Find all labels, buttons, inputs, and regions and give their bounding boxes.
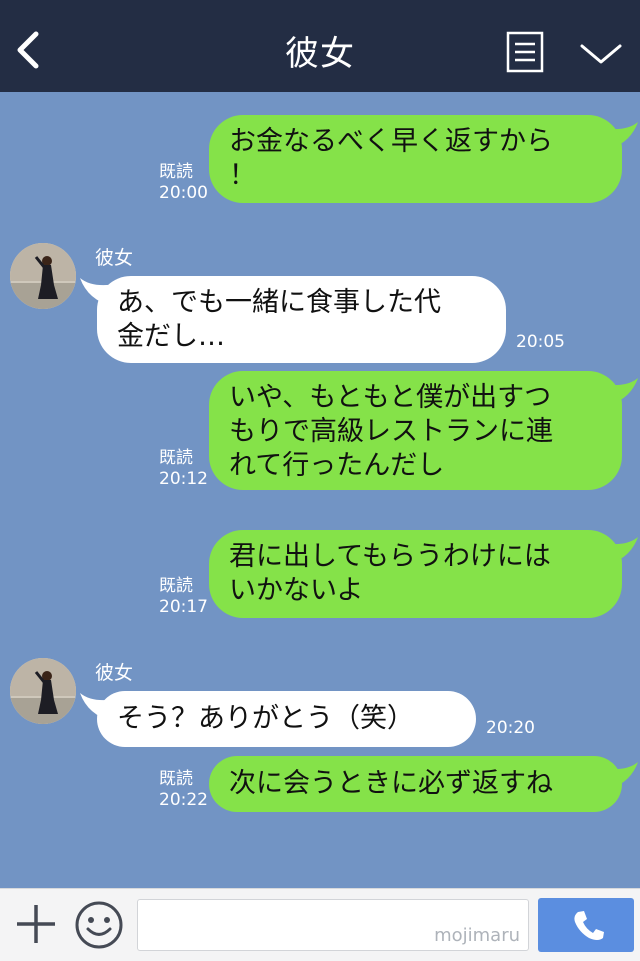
message-meta: 既読 20:12: [159, 448, 208, 490]
incoming-message-bubble[interactable]: あ、でも一緒に食事した代 金だし…: [97, 276, 506, 363]
message-text-line: そう？ありがとう（笑）: [117, 703, 414, 734]
message-time: 20:20: [486, 718, 535, 738]
message-text-line: いや、もともと僕が出すつ: [229, 382, 552, 413]
sender-name: 彼女: [95, 662, 134, 684]
outgoing-message-bubble[interactable]: お金なるべく早く返すから ！: [209, 115, 622, 203]
message-time: 20:17: [159, 597, 208, 617]
outgoing-message-bubble[interactable]: いや、もともと僕が出すつ もりで高級レストランに連 れて行ったんだし: [209, 371, 622, 490]
avatar[interactable]: [10, 658, 76, 724]
message-meta: 既読 20:22: [159, 769, 208, 811]
watermark: mojimaru: [434, 925, 520, 946]
smiley-icon: [75, 901, 123, 949]
message-time: 20:05: [516, 332, 565, 352]
chat-title: 彼女: [285, 34, 355, 74]
sender-name: 彼女: [95, 247, 134, 269]
chat-header: 彼女: [0, 0, 640, 92]
avatar-photo: [10, 243, 76, 309]
read-receipt: 既読: [159, 448, 193, 468]
list-icon: [506, 31, 544, 73]
incoming-message-bubble[interactable]: そう？ありがとう（笑）: [97, 691, 476, 747]
plus-icon: [17, 905, 55, 943]
message-time: 20:22: [159, 790, 208, 810]
message-text-line: ！: [229, 160, 256, 191]
chevron-down-icon: [580, 44, 622, 64]
message-text-line: お金なるべく早く返すから: [229, 126, 553, 157]
read-receipt: 既読: [159, 162, 193, 182]
message-text-line: 次に会うときに必ず返すね: [229, 768, 553, 799]
message-meta: 既読 20:17: [159, 576, 208, 618]
message-text-line: いかないよ: [229, 575, 364, 606]
outgoing-message-bubble[interactable]: 次に会うときに必ず返すね: [209, 756, 622, 812]
message-text-line: 金だし…: [117, 321, 225, 352]
message-text-line: もりで高級レストランに連: [229, 416, 553, 447]
avatar-photo: [10, 658, 76, 724]
message-input[interactable]: mojimaru: [137, 899, 529, 951]
message-text-line: れて行ったんだし: [229, 450, 445, 481]
menu-button[interactable]: [506, 31, 544, 73]
phone-icon: [574, 911, 604, 940]
avatar[interactable]: [10, 243, 76, 309]
add-attachment-button[interactable]: [14, 902, 58, 946]
message-meta: 既読 20:00: [159, 162, 208, 204]
collapse-button[interactable]: [578, 38, 624, 68]
emoji-button[interactable]: [74, 900, 124, 950]
message-text-line: あ、でも一緒に食事した代: [117, 287, 441, 318]
message-list[interactable]: 既読 20:00 お金なるべく早く返すから ！ 彼女 あ、でも一緒に食事した代 …: [0, 92, 640, 888]
input-bar: mojimaru: [0, 888, 640, 961]
message-text-line: 君に出してもらうわけには: [229, 541, 551, 572]
message-time: 20:00: [159, 183, 208, 203]
call-button[interactable]: [538, 898, 634, 952]
read-receipt: 既読: [159, 576, 193, 596]
outgoing-message-bubble[interactable]: 君に出してもらうわけには いかないよ: [209, 530, 622, 618]
message-time: 20:12: [159, 469, 208, 489]
read-receipt: 既読: [159, 769, 193, 789]
